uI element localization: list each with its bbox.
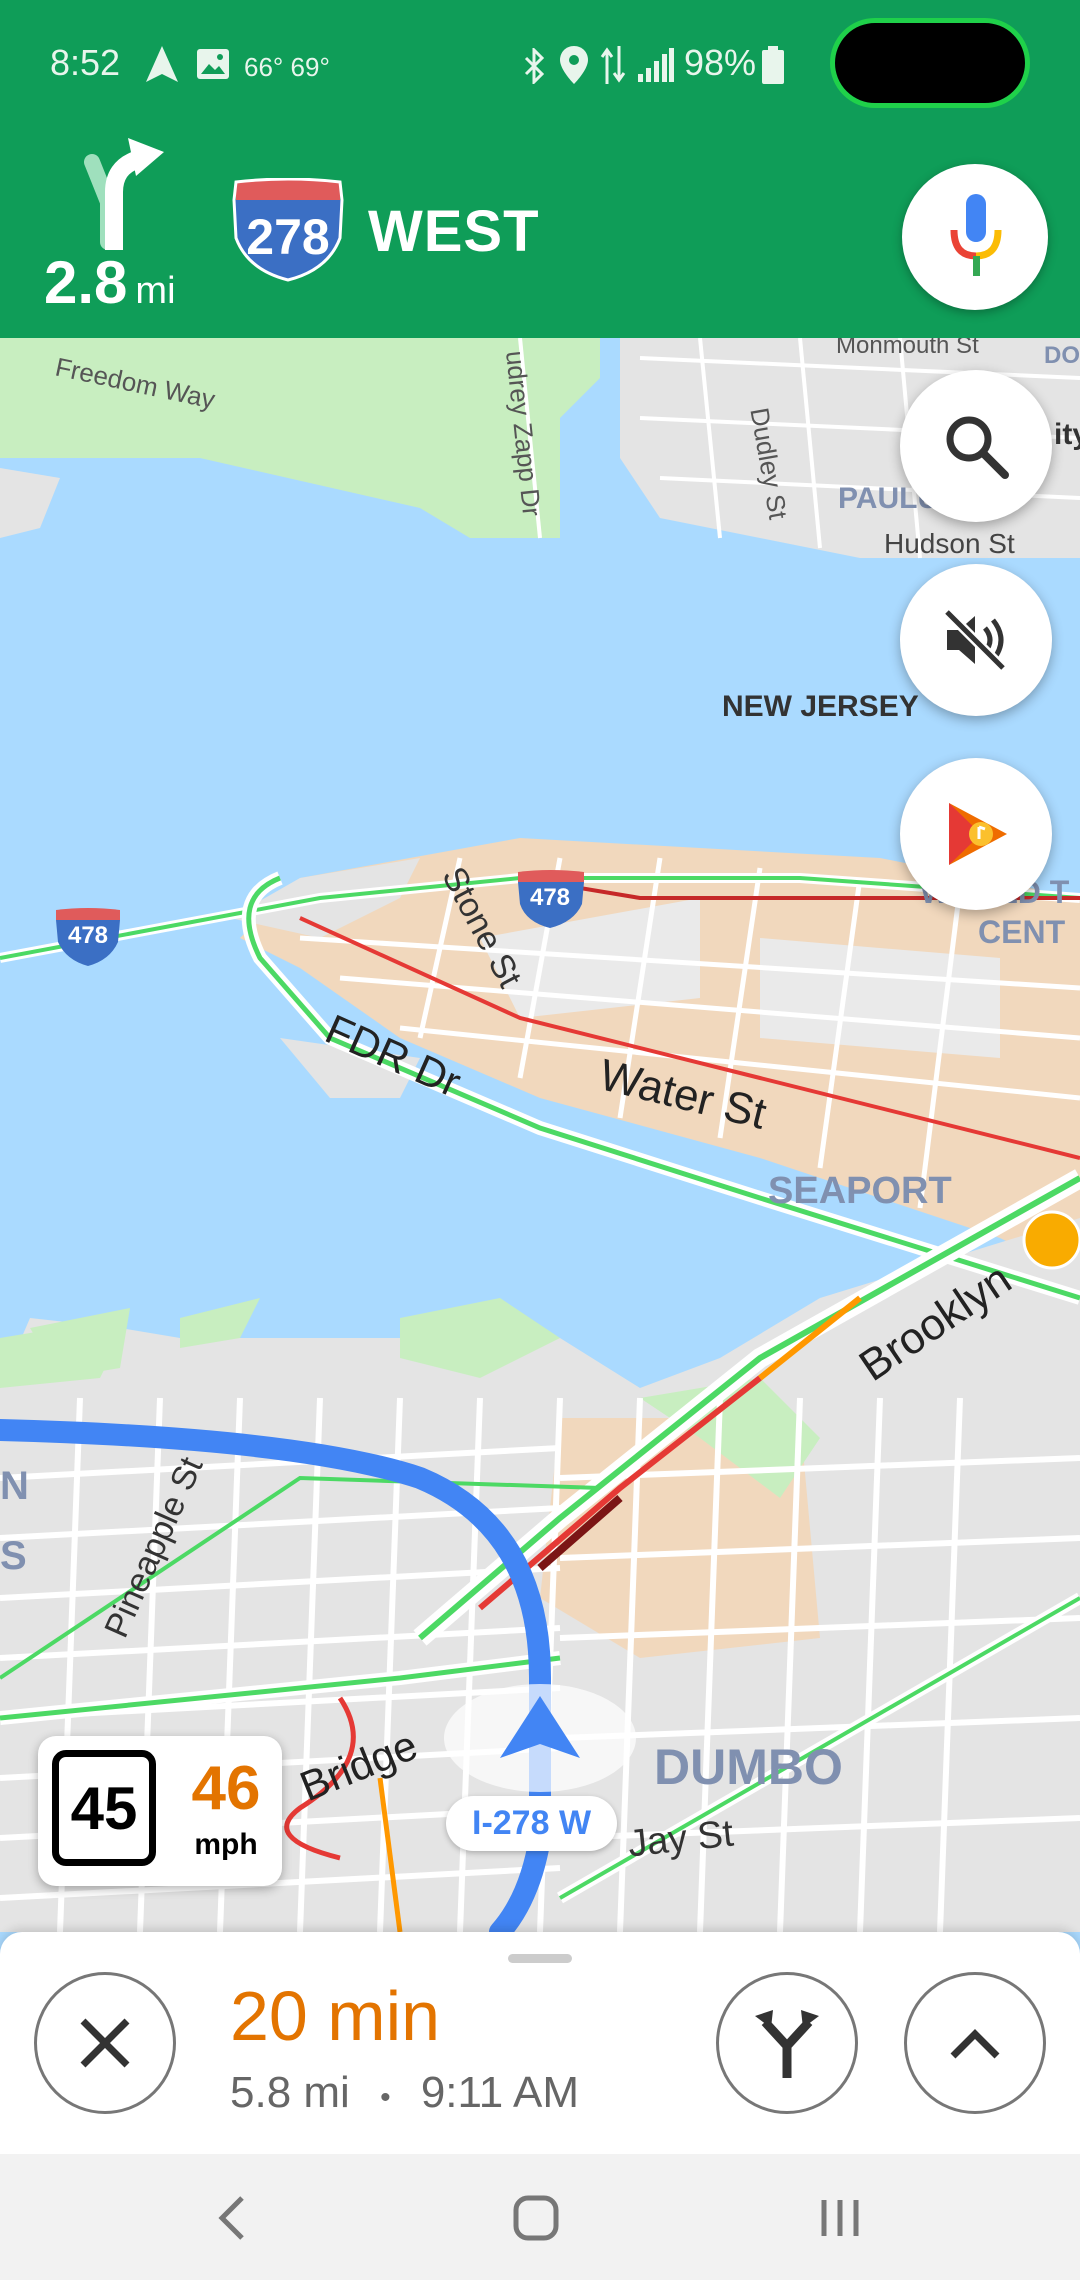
signal-icon — [638, 48, 674, 82]
data-transfer-icon — [600, 46, 626, 84]
recents-icon[interactable] — [818, 2196, 862, 2240]
back-icon[interactable] — [216, 2194, 246, 2242]
trip-separator: • — [380, 2081, 391, 2114]
home-icon[interactable] — [512, 2194, 560, 2242]
label-monmouth-st: Monmouth St — [836, 338, 979, 359]
label-world-trade-2: CENT — [978, 914, 1066, 950]
navigation-arrow-icon — [146, 46, 178, 82]
label-new-jersey: NEW JERSEY — [722, 690, 919, 723]
alternate-routes-button[interactable] — [716, 1972, 858, 2114]
camera-cutout — [830, 18, 1030, 108]
battery-percent: 98% — [684, 42, 757, 83]
location-icon — [560, 46, 588, 84]
status-bar: 8:52 66° 69° 98% — [0, 0, 1080, 108]
block-manhattan-2 — [760, 938, 1000, 1058]
speed-panel: 45 46 mph — [38, 1736, 282, 1886]
status-time: 8:52 — [50, 42, 121, 83]
label-seaport: SEAPORT — [768, 1170, 952, 1212]
battery-icon — [762, 46, 784, 84]
label-n: N — [0, 1464, 29, 1508]
current-road-label: I-278 W — [446, 1796, 618, 1851]
chevron-up-icon — [950, 2029, 1000, 2059]
microphone-icon — [950, 194, 1002, 276]
voice-search-button[interactable] — [902, 164, 1048, 310]
close-icon — [80, 2018, 130, 2068]
search-button[interactable] — [900, 370, 1052, 522]
label-s: S — [0, 1534, 27, 1578]
sound-off-icon — [943, 608, 1007, 672]
distance-unit: mi — [135, 270, 176, 312]
drag-handle[interactable] — [508, 1954, 572, 1963]
distance-to-turn: 2.8 mi — [44, 248, 176, 317]
turn-right-arrow-icon — [84, 138, 164, 250]
system-navigation-bar — [0, 2154, 1080, 2280]
play-music-icon — [949, 803, 1007, 865]
distance-value: 2.8 — [44, 249, 128, 316]
direction-label: WEST — [368, 199, 540, 264]
play-music-button[interactable] — [900, 758, 1052, 910]
label-dumbo: DUMBO — [654, 1739, 843, 1795]
expand-sheet-button[interactable] — [904, 1972, 1046, 2114]
interstate-shield: 278 — [228, 178, 348, 282]
label-ity: ity — [1054, 418, 1080, 451]
current-speed: 46 — [191, 1754, 261, 1823]
gallery-icon — [197, 49, 229, 79]
bluetooth-icon — [524, 48, 545, 84]
speed-limit-sign: 45 — [52, 1750, 156, 1866]
eta-duration: 20 min — [230, 1977, 441, 2055]
label-shield-478-east: 478 — [529, 884, 571, 911]
speed-unit: mph — [194, 1828, 258, 1861]
label-hudson-st: Hudson St — [884, 528, 1015, 559]
label-do: DO — [1044, 342, 1080, 369]
arrival-time: 9:11 AM — [420, 2068, 579, 2117]
shield-number: 278 — [246, 209, 330, 265]
route-fork-icon — [755, 2010, 819, 2078]
construction-marker — [1022, 1210, 1080, 1270]
map-view[interactable]: Freedom Way udrey Zapp Dr Monmouth St DO… — [0, 338, 1080, 1932]
trip-summary-sheet[interactable]: 20 min 5.8 mi • 9:11 AM — [0, 1932, 1080, 2154]
trip-distance: 5.8 mi — [230, 2068, 350, 2117]
label-shield-478-west: 478 — [67, 922, 109, 949]
map-canvas — [0, 338, 1080, 1932]
trip-details: 5.8 mi • 9:11 AM — [230, 2068, 579, 2118]
pier-west — [0, 468, 60, 538]
exit-navigation-button[interactable] — [34, 1972, 176, 2114]
search-icon — [946, 416, 1009, 479]
mute-button[interactable] — [900, 564, 1052, 716]
status-temperature: 66° 69° — [244, 52, 330, 82]
